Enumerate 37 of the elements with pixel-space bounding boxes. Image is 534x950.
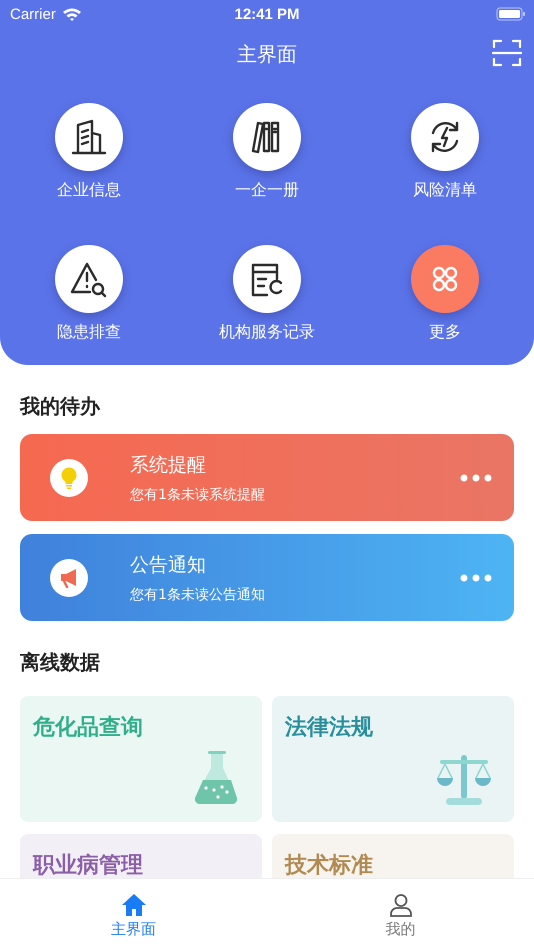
card-title: 公告通知 [130,552,206,578]
card-title: 系统提醒 [130,452,206,478]
menu-label: 更多 [429,322,461,343]
data-card[interactable]: 职业病管理 [20,834,262,878]
todo-card[interactable]: 公告通知 您有1条未读公告通知 [20,534,514,621]
card-title: 危化品查询 [33,714,143,742]
card-subtitle: 您有1条未读公告通知 [130,586,265,604]
data-card[interactable]: 危化品查询 [20,696,262,822]
data-card[interactable]: 技术标准 [272,834,514,878]
building-icon [69,117,109,157]
wifi-icon [62,7,82,21]
home-icon [120,893,146,917]
menu-label: 企业信息 [57,180,121,201]
scales-icon [436,754,492,806]
card-title: 技术标准 [285,852,373,878]
menu-label: 风险清单 [413,180,477,201]
menu-label: 一企一册 [235,180,299,201]
battery-icon [496,7,526,21]
section-title: 离线数据 [20,649,101,676]
todo-card[interactable]: 系统提醒 您有1条未读系统提醒 [20,434,514,521]
card-title: 职业病管理 [33,852,143,878]
clock-text: 12:41 PM [234,6,300,22]
card-title: 法律法规 [285,714,373,742]
menu-label: 机构服务记录 [219,322,315,343]
person-icon [388,893,412,917]
carrier-text: Carrier [10,6,56,22]
menu-label: 隐患排查 [57,322,121,343]
card-subtitle: 您有1条未读系统提醒 [130,486,265,504]
lightbulb-icon [59,466,79,490]
flask-icon [194,750,240,806]
more-icon[interactable] [460,474,492,482]
tab-item[interactable]: 我的 [267,879,534,950]
section-title: 我的待办 [20,393,102,420]
page-title: 主界面 [237,40,297,68]
tab-item[interactable]: 主界面 [0,879,267,950]
data-card[interactable]: 法律法规 [272,696,514,822]
scan-icon[interactable] [492,38,522,68]
